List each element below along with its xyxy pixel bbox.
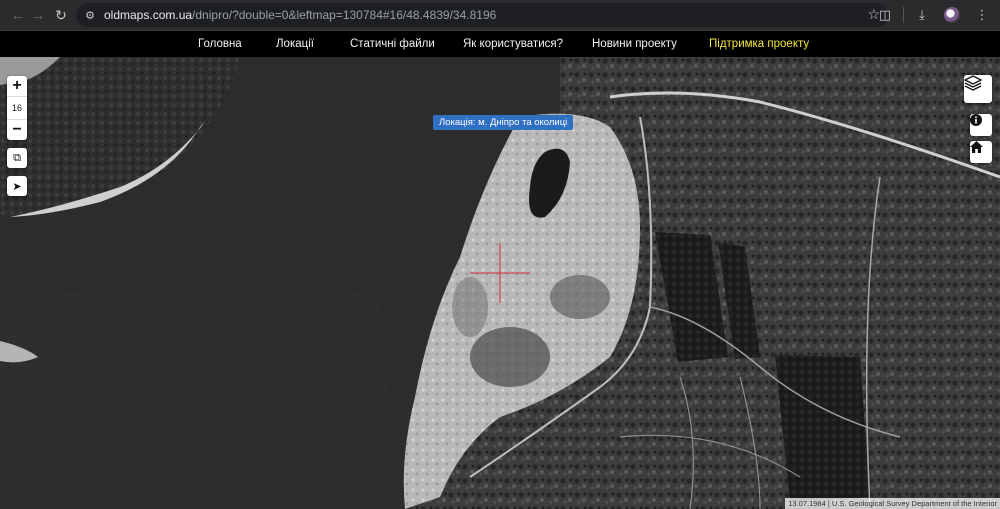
avatar[interactable] — [940, 3, 964, 27]
nav-home[interactable]: Головна — [198, 38, 242, 50]
nav-locations[interactable]: Локації — [276, 38, 314, 50]
zoom-in-button[interactable]: + — [7, 76, 27, 96]
url-path: /dnipro/?double=0&leftmap=130784#16/48.4… — [192, 8, 497, 22]
imagery-date: 13.07.1984 — [788, 499, 826, 508]
zoom-out-button[interactable]: − — [7, 120, 27, 140]
toolbar-separator — [903, 7, 904, 23]
home-icon[interactable] — [970, 141, 992, 163]
download-icon[interactable]: ⤓ — [910, 3, 934, 27]
nav-project-news[interactable]: Новини проекту — [592, 38, 677, 50]
puzzle-icon[interactable]: ◫ — [873, 3, 897, 27]
attribution-separator: | — [827, 499, 830, 508]
address-bar[interactable]: ⚙ oldmaps.com.ua/dnipro/?double=0&leftma… — [76, 3, 888, 27]
forward-arrow-icon[interactable]: → — [27, 4, 49, 26]
reload-icon[interactable]: ↻ — [50, 4, 72, 26]
nav-support-project[interactable]: Підтримка проекту — [709, 38, 809, 50]
attribution-source-link[interactable]: U.S. Geological Survey Department of the… — [832, 499, 997, 508]
nav-static-files[interactable]: Статичні файли — [350, 38, 435, 50]
site-navigation: Головна Локації Статичні файли Як корист… — [0, 30, 1000, 57]
zoom-level: 16 — [7, 96, 27, 120]
location-badge[interactable]: Локація: м. Дніпро та околиці — [433, 115, 574, 130]
nav-how-to-use[interactable]: Як користуватися? — [463, 38, 563, 50]
crosshair-icon — [470, 243, 530, 303]
url-text[interactable]: oldmaps.com.ua/dnipro/?double=0&leftmap=… — [104, 8, 496, 22]
map-viewport[interactable]: Локація: м. Дніпро та околиці + 16 − ⧉ ➤… — [0, 57, 1000, 509]
site-settings-icon[interactable]: ⚙ — [82, 7, 98, 23]
kebab-menu-icon[interactable]: ⋮ — [970, 3, 994, 27]
url-domain: oldmaps.com.ua — [104, 8, 193, 22]
layers-icon[interactable] — [964, 75, 992, 103]
browser-toolbar: ← → ↻ ⚙ oldmaps.com.ua/dnipro/?double=0&… — [0, 0, 1000, 30]
locate-arrow-icon[interactable]: ➤ — [7, 176, 27, 196]
back-arrow-icon[interactable]: ← — [7, 4, 29, 26]
info-icon[interactable] — [970, 114, 992, 136]
copy-icon[interactable]: ⧉ — [7, 148, 27, 168]
zoom-control: + 16 − — [7, 76, 27, 140]
map-attribution: 13.07.1984 | U.S. Geological Survey Depa… — [785, 498, 1000, 509]
